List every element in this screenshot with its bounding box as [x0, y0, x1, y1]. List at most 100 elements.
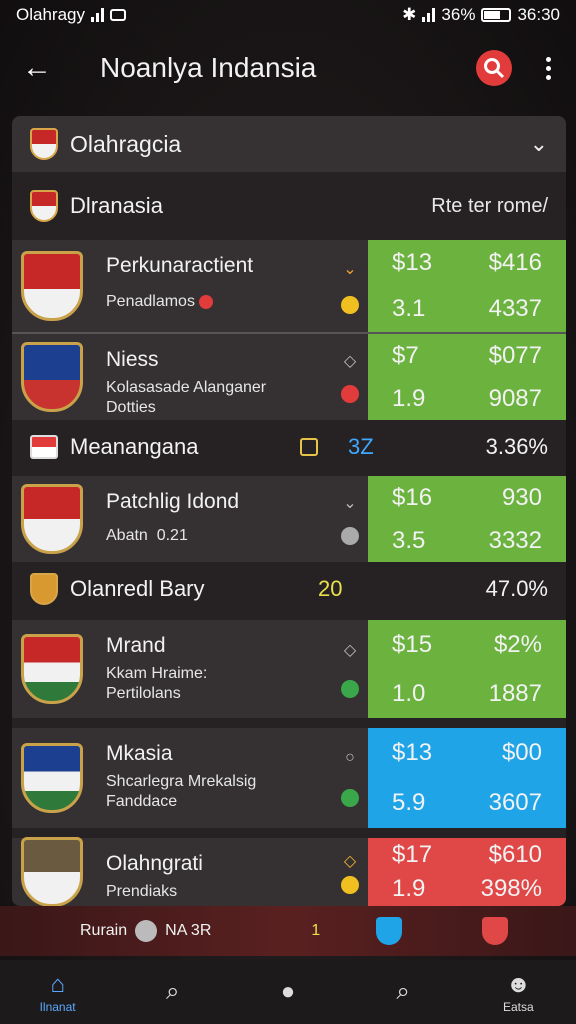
match-card[interactable]: Mrand Kkam Hraime: Pertilolans ◇ $15 $2%…	[12, 620, 566, 718]
profile-icon: ☻	[505, 971, 531, 998]
odds-value[interactable]: 1.9	[392, 385, 467, 413]
summary-value: 3Z	[348, 434, 374, 459]
odds-value[interactable]: $2%	[467, 631, 542, 659]
nav-profile[interactable]: ☻ Eatsa	[473, 970, 563, 1014]
search-button[interactable]	[476, 50, 512, 86]
chevron-down-icon[interactable]: ⌄	[343, 493, 356, 513]
diamond-icon[interactable]: ◇	[344, 351, 356, 371]
chat-icon: ●	[280, 978, 296, 1005]
odds-value[interactable]: $13	[392, 739, 467, 767]
league-row[interactable]: Dlranasia Rte ter rome/	[12, 178, 566, 234]
odds-box[interactable]: $7 $077 1.9 9087	[368, 334, 566, 420]
bluetooth-icon: ✱	[402, 5, 417, 24]
nav-chat[interactable]: ●	[243, 977, 333, 1007]
match-name: Patchlig Idond	[106, 490, 240, 513]
odds-value[interactable]: $077	[467, 342, 542, 370]
search-icon: ⌕	[396, 978, 410, 1005]
odds-value[interactable]: $00	[467, 739, 542, 767]
odds-value[interactable]: $15	[392, 631, 467, 659]
odds-box[interactable]: $17 $610 1.9 398%	[368, 838, 566, 906]
match-card[interactable]: Perkunaractient Penadlamos ⌄ $13 $416 3.…	[12, 240, 566, 332]
notification-icon	[109, 9, 126, 21]
page-title: Noanlya Indansia	[100, 52, 317, 83]
shield-icon[interactable]	[376, 917, 403, 945]
club-crest-icon	[30, 128, 58, 160]
odds-value[interactable]: $416	[467, 249, 542, 277]
strip-text: NA 3R	[165, 922, 212, 939]
odds-value[interactable]: 5.9	[392, 789, 467, 817]
odds-value[interactable]: 3.1	[392, 295, 467, 323]
league-crest-icon	[30, 190, 58, 222]
promo-strip[interactable]: Rurain NA 3R 1	[0, 906, 576, 956]
odds-value[interactable]: 1887	[467, 680, 542, 708]
back-arrow-icon[interactable]: ←	[22, 51, 62, 85]
team-crest-icon	[21, 837, 83, 906]
status-dot-icon	[341, 680, 359, 698]
odds-value[interactable]: 1.0	[392, 680, 467, 708]
odds-value[interactable]: 398%	[467, 875, 542, 903]
team-crest-icon	[21, 634, 83, 704]
record-icon	[199, 294, 214, 309]
matches-panel: Olahragcia ⌄ Dlranasia Rte ter rome/ Per…	[12, 116, 566, 906]
league-name: Olanredl Bary	[70, 576, 205, 601]
odds-value[interactable]: 3332	[467, 527, 542, 555]
match-sub-text: 0.21	[156, 527, 188, 544]
odds-value[interactable]: 3.5	[392, 527, 467, 555]
match-sub-text: Penadlamos	[106, 293, 195, 310]
chevron-down-icon[interactable]: ⌄	[343, 259, 356, 279]
summary-value: 20	[318, 576, 343, 601]
match-sub-text: Fanddace	[106, 793, 178, 810]
match-name: Perkunaractient	[106, 254, 254, 277]
odds-value[interactable]: 930	[467, 484, 542, 512]
odds-box[interactable]: $13 $416 3.1 4337	[368, 240, 566, 332]
match-sub-text: Kkam Hraime:	[106, 665, 208, 682]
odds-box[interactable]: $13 $00 5.9 3607	[368, 728, 566, 828]
section-header[interactable]: Olahragcia ⌄	[12, 116, 566, 172]
league-crest-icon	[30, 573, 58, 605]
status-dot-icon	[341, 875, 359, 894]
status-carrier: Olahragy	[16, 5, 85, 24]
odds-value[interactable]: $17	[392, 841, 467, 869]
team-crest-icon	[21, 251, 83, 321]
more-options-icon[interactable]	[542, 56, 554, 80]
shield-icon[interactable]	[482, 917, 509, 945]
nav-search-2[interactable]: ⌕	[358, 977, 448, 1007]
league-summary-row[interactable]: Meanangana 3Z 3.36%	[12, 422, 566, 472]
match-name: Olahngrati	[106, 852, 203, 875]
nav-search[interactable]: ⌕	[128, 977, 218, 1007]
team-crest-icon	[21, 743, 83, 813]
odds-value[interactable]: $16	[392, 484, 467, 512]
app-bar: ← Noanlya Indansia	[0, 36, 576, 100]
odds-value[interactable]: 1.9	[392, 875, 467, 903]
match-card[interactable]: Niess Kolasasade Alanganer Dotties ◇ $7 …	[12, 332, 566, 420]
battery-icon	[481, 8, 512, 22]
status-bar: Olahragy ✱ 36% 36:30	[0, 0, 576, 30]
chevron-down-icon[interactable]: ⌄	[530, 131, 548, 157]
league-summary-row[interactable]: Olanredl Bary 20 47.0%	[12, 564, 566, 614]
nav-home[interactable]: ⌂ Ilnanat	[13, 970, 103, 1014]
odds-box[interactable]: $16 930 3.5 3332	[368, 476, 566, 562]
strip-count: 1	[311, 922, 321, 939]
stats-icon	[300, 438, 318, 456]
odds-value[interactable]: 9087	[467, 385, 542, 413]
match-card[interactable]: Mkasia Shcarlegra Mrekalsig Fanddace ○ $…	[12, 728, 566, 828]
odds-value[interactable]: 3607	[467, 789, 542, 817]
nav-label: Ilnanat	[39, 1000, 76, 1014]
section-title: Olahragcia	[70, 130, 182, 157]
odds-box[interactable]: $15 $2% 1.0 1887	[368, 620, 566, 718]
diamond-icon[interactable]: ◇	[344, 851, 356, 871]
bottom-nav: ⌂ Ilnanat ⌕ ● ⌕ ☻ Eatsa	[0, 960, 576, 1024]
match-name: Niess	[106, 348, 159, 371]
odds-value[interactable]: 4337	[467, 295, 542, 323]
nav-label: Eatsa	[503, 1000, 534, 1014]
odds-value[interactable]: $13	[392, 249, 467, 277]
match-sub-text: Kolasasade Alanganer	[106, 379, 267, 396]
match-card[interactable]: Patchlig Idond Abatn 0.21 ⌄ $16 930 3.5 …	[12, 476, 566, 562]
status-dot-icon	[341, 527, 359, 545]
diamond-icon[interactable]: ◇	[344, 640, 356, 660]
circle-icon[interactable]: ○	[345, 749, 355, 767]
status-dot-icon	[341, 295, 359, 314]
match-card[interactable]: Olahngrati Prendiaks ◇ $17 $610 1.9 398%	[12, 837, 566, 906]
odds-value[interactable]: $7	[392, 342, 467, 370]
odds-value[interactable]: $610	[467, 841, 542, 869]
